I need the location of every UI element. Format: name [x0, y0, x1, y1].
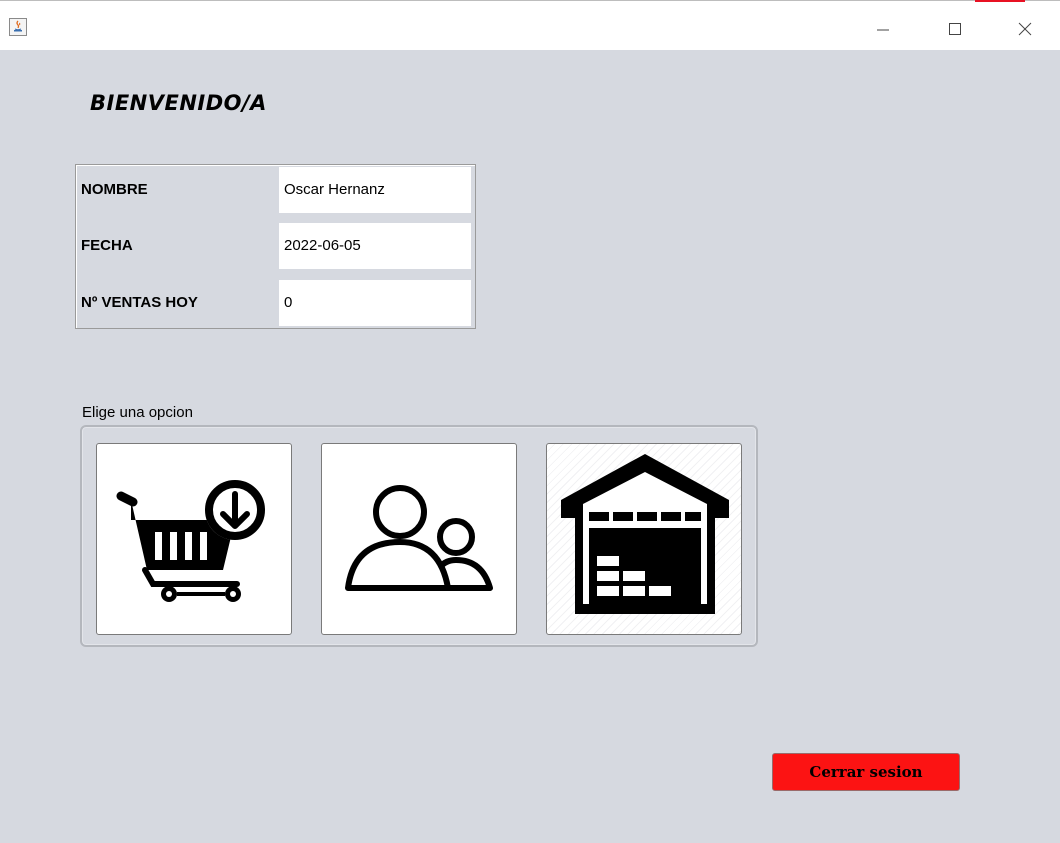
logout-button[interactable]: Cerrar sesion	[772, 753, 960, 791]
titlebar-accent	[975, 0, 1025, 2]
welcome-title: BIENVENIDO/A	[90, 91, 267, 115]
info-value: Oscar Hernanz	[279, 167, 471, 213]
java-icon[interactable]	[9, 18, 27, 36]
warehouse-icon	[561, 454, 729, 614]
maximize-icon	[949, 23, 961, 35]
info-row-nombre: NOMBRE Oscar Hernanz	[76, 167, 475, 213]
sales-button[interactable]	[96, 443, 292, 635]
close-button[interactable]	[1002, 11, 1048, 47]
window-titlebar	[0, 0, 1060, 50]
maximize-button[interactable]	[932, 11, 978, 47]
info-row-fecha: FECHA 2022-06-05	[76, 223, 475, 269]
close-icon	[1018, 22, 1032, 36]
info-value: 0	[279, 280, 471, 326]
info-row-ventas: Nº VENTAS HOY 0	[76, 280, 475, 326]
user-info-table: NOMBRE Oscar Hernanz FECHA 2022-06-05 Nº…	[75, 164, 476, 329]
info-label: FECHA	[81, 237, 133, 254]
warehouse-button[interactable]	[546, 443, 742, 635]
clients-button[interactable]	[321, 443, 517, 635]
minimize-icon	[877, 29, 889, 31]
cart-download-icon	[116, 480, 265, 602]
users-icon	[345, 485, 493, 591]
info-label: Nº VENTAS HOY	[81, 294, 198, 311]
info-value: 2022-06-05	[279, 223, 471, 269]
minimize-button[interactable]	[860, 11, 906, 47]
options-label: Elige una opcion	[82, 404, 193, 421]
info-label: NOMBRE	[81, 181, 148, 198]
